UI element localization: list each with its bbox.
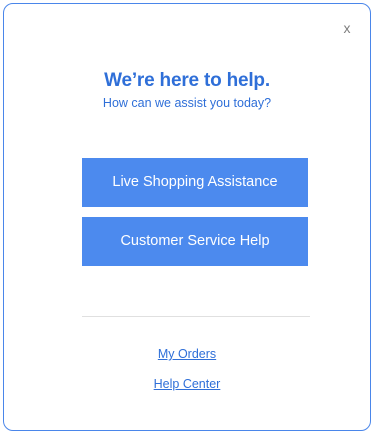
dialog-header: We’re here to help. How can we assist yo… bbox=[4, 70, 370, 112]
dialog-title: We’re here to help. bbox=[104, 70, 270, 91]
live-shopping-assistance-button[interactable]: Live Shopping Assistance bbox=[82, 158, 308, 207]
customer-service-help-button[interactable]: Customer Service Help bbox=[82, 217, 308, 266]
dialog-subtitle: How can we assist you today? bbox=[102, 96, 272, 110]
help-dialog: x We’re here to help. How can we assist … bbox=[3, 3, 371, 431]
help-center-link[interactable]: Help Center bbox=[4, 376, 370, 392]
my-orders-link[interactable]: My Orders bbox=[4, 346, 370, 362]
close-button[interactable]: x bbox=[337, 18, 357, 38]
divider bbox=[82, 316, 310, 317]
